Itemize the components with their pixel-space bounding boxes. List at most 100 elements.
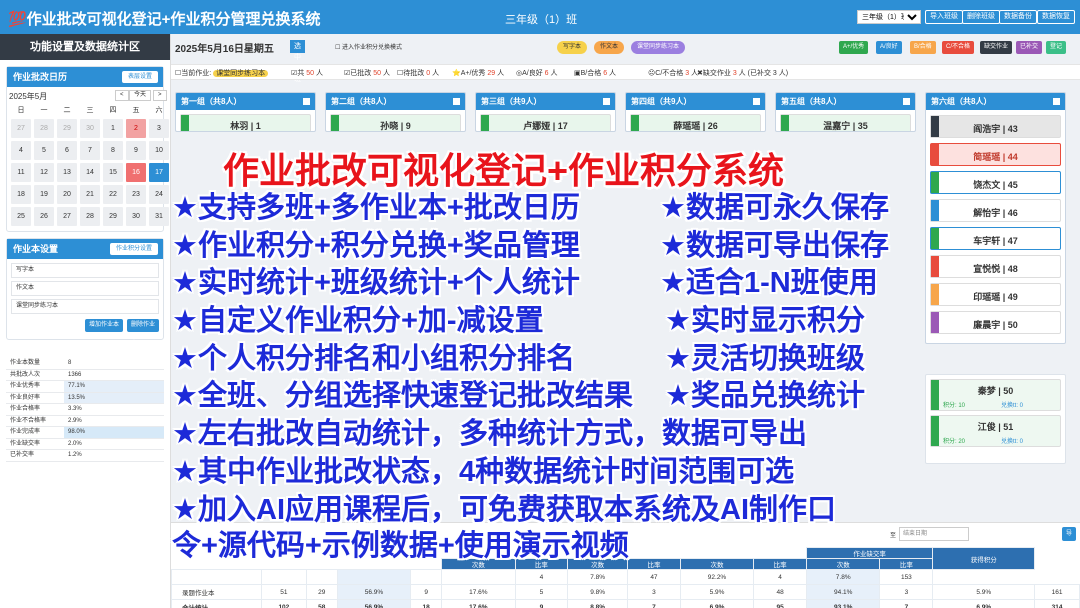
student-card[interactable]: 江俊 | 51 积分: 20 兑换tt: 0 — [930, 415, 1061, 447]
calendar-day[interactable]: 4 — [11, 141, 31, 160]
calendar-day[interactable]: 20 — [57, 185, 77, 204]
student-card[interactable]: 秦梦 | 50 积分: 10 兑换tt: 0 — [930, 379, 1061, 411]
group-select-checkbox[interactable] — [303, 98, 310, 105]
calendar-day[interactable]: 19 — [34, 185, 54, 204]
calendar-day[interactable]: 18 — [11, 185, 31, 204]
backup-data-button[interactable]: 数据备份 — [999, 10, 1037, 24]
calendar-day[interactable]: 26 — [34, 207, 54, 226]
student-card[interactable]: 林羽 | 1 — [180, 114, 311, 131]
table-cell: 7 — [879, 599, 934, 608]
calendar-day[interactable]: 23 — [126, 185, 146, 204]
class-select[interactable]: 三年级（1）班 — [857, 10, 921, 24]
grade-b-button[interactable]: B/合格 — [910, 41, 936, 54]
delete-book-button[interactable]: 删除作业本 — [127, 319, 159, 341]
calendar-day[interactable]: 14 — [80, 163, 100, 182]
calendar-day[interactable]: 2 — [126, 119, 146, 138]
student-card[interactable]: 解怡宇 | 46 — [930, 199, 1061, 222]
calendar-day[interactable]: 3 — [149, 119, 169, 138]
calendar-day[interactable]: 13 — [57, 163, 77, 182]
calendar-day[interactable]: 25 — [11, 207, 31, 226]
missing-homework-button[interactable]: 缺交作业 — [980, 41, 1013, 54]
calendar-day[interactable]: 1 — [103, 119, 123, 138]
grade-a-plus-button[interactable]: A+/优秀 — [839, 41, 869, 54]
student-card[interactable]: 车宇轩 | 47 — [930, 227, 1061, 250]
calendar-day[interactable]: 10 — [149, 141, 169, 160]
book-tab[interactable]: 写字本 — [557, 41, 588, 54]
calendar-day[interactable]: 30 — [126, 207, 146, 226]
next-month-button[interactable]: > — [153, 90, 167, 101]
calendar-day[interactable]: 11 — [11, 163, 31, 182]
calendar-day[interactable]: 21 — [80, 185, 100, 204]
calendar-day[interactable]: 30 — [80, 119, 100, 138]
calendar-settings-button[interactable]: 表层设置 — [121, 71, 158, 83]
calendar-day[interactable]: 15 — [103, 163, 123, 182]
table-cell: 161 — [1034, 584, 1080, 600]
group-select-checkbox[interactable] — [603, 98, 610, 105]
calendar-day[interactable]: 5 — [34, 141, 54, 160]
student-card[interactable]: 卢娜娅 | 17 — [480, 114, 611, 131]
end-date-input[interactable]: 结束日期 — [899, 527, 969, 541]
student-card[interactable]: 简瑶瑶 | 44 — [930, 143, 1061, 166]
stat-row: 作业合格率 3.3% — [6, 404, 164, 416]
score-settings-button[interactable]: 作业积分设置 — [109, 243, 158, 255]
calendar-day[interactable]: 29 — [57, 119, 77, 138]
prev-month-button[interactable]: < — [115, 90, 129, 101]
group-select-checkbox[interactable] — [903, 98, 910, 105]
book-item[interactable]: 写字本 — [11, 263, 159, 278]
calendar-day[interactable]: 17 — [149, 163, 169, 182]
calendar-day[interactable]: 29 — [103, 207, 123, 226]
student-card[interactable]: 宣悦悦 | 48 — [930, 255, 1061, 278]
book-tab[interactable]: 作文本 — [594, 41, 625, 54]
exchange-mode-checkbox[interactable]: ☐ 进入作业积分兑换模式 — [335, 42, 402, 51]
student-group: 第六组（共8人） 阎浩宇 | 43 简瑶瑶 | 44 饶杰文 | 45 解怡宇 | 46… — [925, 92, 1066, 344]
calendar-day[interactable]: 31 — [149, 207, 169, 226]
group-select-checkbox[interactable] — [753, 98, 760, 105]
table-cell: 合计统计 — [171, 599, 262, 608]
group-select-checkbox[interactable] — [1053, 98, 1060, 105]
calendar-day[interactable]: 24 — [149, 185, 169, 204]
calendar-day[interactable]: 12 — [34, 163, 54, 182]
today-button[interactable]: 今天 — [129, 90, 152, 101]
import-class-button[interactable]: 导入班级 — [925, 10, 963, 24]
student-card[interactable]: 孙晓 | 9 — [330, 114, 461, 131]
select-all-button[interactable]: 选中全班 — [290, 40, 305, 83]
calendar-day[interactable]: 9 — [126, 141, 146, 160]
grade-c-button[interactable]: C/不合格 — [942, 41, 975, 54]
student-card[interactable]: 薛瑶瑶 | 26 — [630, 114, 761, 131]
student-card[interactable]: 温嘉宁 | 35 — [780, 114, 911, 131]
calendar-day[interactable]: 27 — [11, 119, 31, 138]
calendar-day[interactable]: 7 — [80, 141, 100, 160]
delete-class-button[interactable]: 删除班级 — [962, 10, 1000, 24]
book-item[interactable]: 课堂同步练习本 — [11, 299, 159, 314]
table-cell: 5 — [514, 584, 569, 600]
status-count: 50 — [306, 70, 315, 77]
export-stats-button[interactable]: 导出统计数据 — [1061, 527, 1076, 607]
register-button[interactable]: 登记 — [1046, 41, 1067, 54]
calendar-day[interactable]: 8 — [103, 141, 123, 160]
calendar-day[interactable]: 27 — [57, 207, 77, 226]
grade-a-button[interactable]: A/良好 — [876, 41, 902, 54]
top-header: 💯作业批改可视化登记+作业积分管理兑换系统 三年级（1）班 三年级（1）班 导入… — [0, 0, 1080, 34]
calendar-day[interactable]: 6 — [57, 141, 77, 160]
table-header — [171, 547, 807, 559]
group-select-checkbox[interactable] — [453, 98, 460, 105]
stat-label: 作业本数量 — [10, 360, 41, 366]
calendar-day[interactable]: 28 — [80, 207, 100, 226]
table-header: 比率 — [753, 558, 807, 570]
stats-table: 作业本数量 8 共批改人次 1366 作业优秀率 77.1% 作业良好率 13.5% 作业合格率… — [6, 358, 164, 462]
student-card[interactable]: 阎浩宇 | 43 — [930, 115, 1061, 138]
calendar-day[interactable]: 16 — [126, 163, 146, 182]
table-header: 比率 — [627, 558, 681, 570]
restore-data-button[interactable]: 数据恢复 — [1037, 10, 1075, 24]
book-item[interactable]: 作文本 — [11, 281, 159, 296]
student-card[interactable]: 印瑶瑶 | 49 — [930, 283, 1061, 306]
student-card[interactable]: 廉晨宇 | 50 — [930, 311, 1061, 334]
calendar-day[interactable]: 22 — [103, 185, 123, 204]
resubmitted-button[interactable]: 已补交 — [1016, 41, 1043, 54]
student-card[interactable]: 饶杰文 | 45 — [930, 171, 1061, 194]
add-book-button[interactable]: 增加作业本 — [85, 319, 124, 332]
stat-label: 共批改人次 — [10, 371, 41, 378]
calendar-day[interactable]: 28 — [34, 119, 54, 138]
stat-label: 作业不合格率 — [10, 417, 47, 424]
book-tab[interactable]: 课堂同步练习本 — [631, 41, 686, 54]
